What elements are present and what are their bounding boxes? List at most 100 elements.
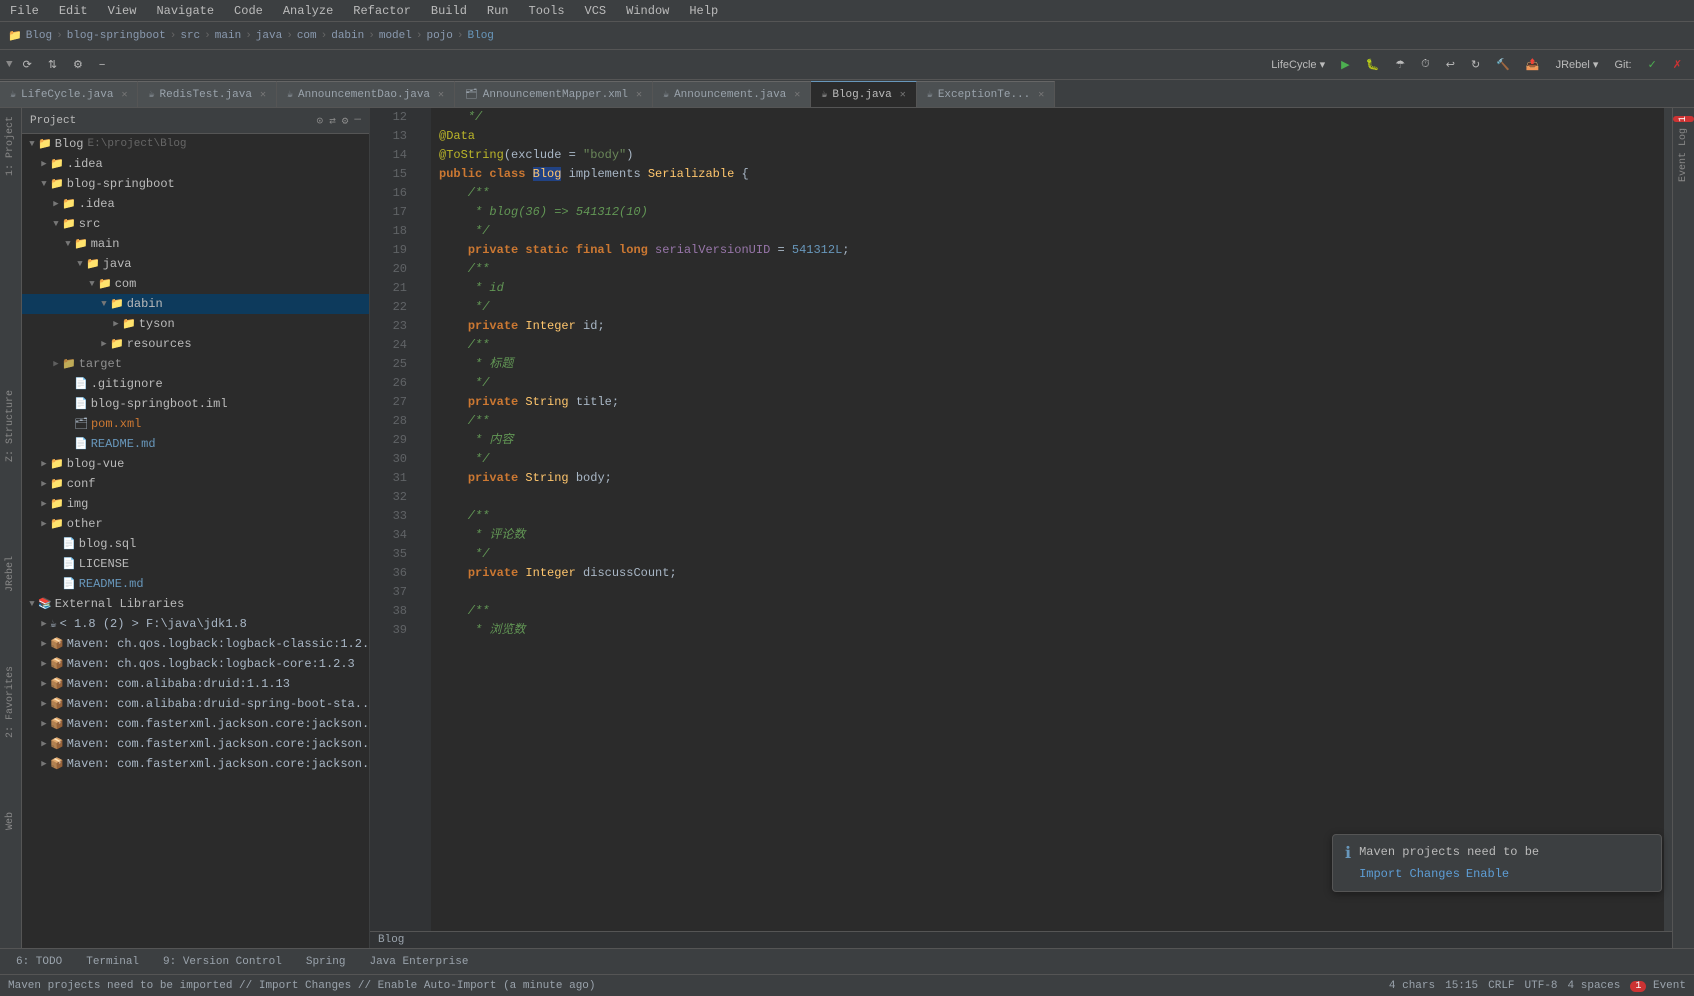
profile-btn[interactable]: ⏱: [1415, 55, 1436, 74]
coverage-btn[interactable]: ☂: [1389, 55, 1411, 74]
status-event-log[interactable]: 1 Event: [1630, 980, 1686, 992]
crumb-java[interactable]: java: [256, 30, 282, 42]
git-btn[interactable]: Git:: [1608, 56, 1637, 74]
tree-blog-springboot[interactable]: ▼ 📁 blog-springboot: [22, 174, 369, 194]
toolbar-settings-btn[interactable]: ⚙: [67, 55, 89, 74]
tab-lifecycle[interactable]: ☕ LifeCycle.java ✕: [0, 81, 138, 107]
tab-exception[interactable]: ☕ ExceptionTe... ✕: [917, 81, 1055, 107]
tree-maven-jackson3[interactable]: ▶ 📦 Maven: com.fasterxml.jackson.core:ja…: [22, 754, 369, 774]
tree-maven-jackson1[interactable]: ▶ 📦 Maven: com.fasterxml.jackson.core:ja…: [22, 714, 369, 734]
tree-tyson[interactable]: ▶ 📁 tyson: [22, 314, 369, 334]
tree-dabin[interactable]: ▼ 📁 dabin: [22, 294, 369, 314]
tree-other[interactable]: ▶ 📁 other: [22, 514, 369, 534]
crumb-main[interactable]: main: [215, 30, 241, 42]
toolbar-btn-3[interactable]: 🔨: [1490, 55, 1516, 74]
git-check-btn[interactable]: ✓: [1642, 55, 1663, 74]
menu-code[interactable]: Code: [230, 2, 267, 20]
tree-maven-logback-core[interactable]: ▶ 📦 Maven: ch.qos.logback:logback-core:1…: [22, 654, 369, 674]
tree-img[interactable]: ▶ 📁 img: [22, 494, 369, 514]
sidebar-jrebel-label[interactable]: JRebel: [3, 552, 18, 596]
tab-announcementmapper[interactable]: 🗂 AnnouncementMapper.xml ✕: [455, 81, 653, 107]
tab-announcementdao[interactable]: ☕ AnnouncementDao.java ✕: [277, 81, 455, 107]
sidebar-project-label[interactable]: 1: Project: [3, 112, 18, 180]
menu-analyze[interactable]: Analyze: [279, 2, 337, 20]
tree-external-libs[interactable]: ▼ 📚 External Libraries: [22, 594, 369, 614]
menu-tools[interactable]: Tools: [525, 2, 569, 20]
tree-src[interactable]: ▼ 📁 src: [22, 214, 369, 234]
tree-main[interactable]: ▼ 📁 main: [22, 234, 369, 254]
tree-idea[interactable]: ▶ 📁 .idea: [22, 154, 369, 174]
toolbar-sync-btn[interactable]: ⟳: [17, 55, 38, 74]
toolbar-btn-1[interactable]: ↩: [1440, 55, 1461, 74]
tab-announcement[interactable]: ☕ Announcement.java ✕: [653, 81, 811, 107]
tree-conf[interactable]: ▶ 📁 conf: [22, 474, 369, 494]
tree-maven-logback-classic[interactable]: ▶ 📦 Maven: ch.qos.logback:logback-classi…: [22, 634, 369, 654]
bottom-tab-java-enterprise[interactable]: Java Enterprise: [359, 954, 478, 970]
panel-icon-3[interactable]: ⚙: [342, 114, 349, 128]
import-changes-link[interactable]: Import Changes: [1359, 865, 1460, 883]
crumb-blog[interactable]: Blog: [26, 30, 52, 42]
crumb-src[interactable]: src: [180, 30, 200, 42]
tree-maven-jackson2[interactable]: ▶ 📦 Maven: com.fasterxml.jackson.core:ja…: [22, 734, 369, 754]
bottom-tab-terminal[interactable]: Terminal: [76, 954, 149, 970]
tree-iml[interactable]: 📄 blog-springboot.iml: [22, 394, 369, 414]
status-encoding[interactable]: UTF-8: [1525, 980, 1558, 992]
tab-blog-close[interactable]: ✕: [900, 89, 906, 101]
tree-resources[interactable]: ▶ 📁 resources: [22, 334, 369, 354]
crumb-dabin[interactable]: dabin: [331, 30, 364, 42]
menu-vcs[interactable]: VCS: [581, 2, 611, 20]
sidebar-structure-label[interactable]: Z: Structure: [3, 386, 18, 466]
menu-file[interactable]: File: [6, 2, 43, 20]
tree-jdk[interactable]: ▶ ☕ < 1.8 (2) > F:\java\jdk1.8: [22, 614, 369, 634]
sidebar-favorites-label[interactable]: 2: Favorites: [3, 662, 18, 742]
menu-navigate[interactable]: Navigate: [152, 2, 218, 20]
crumb-com[interactable]: com: [297, 30, 317, 42]
run-btn[interactable]: ▶: [1335, 55, 1355, 74]
tree-blogsql[interactable]: 📄 blog.sql: [22, 534, 369, 554]
tree-readme-springboot[interactable]: 📄 README.md: [22, 434, 369, 454]
jrebel-btn[interactable]: JRebel ▾: [1550, 55, 1605, 74]
tree-pom[interactable]: 🗂 pom.xml: [22, 414, 369, 434]
bottom-tab-todo[interactable]: 6: TODO: [6, 954, 72, 970]
crumb-model[interactable]: model: [379, 30, 412, 42]
toolbar-btn-4[interactable]: 📤: [1520, 55, 1546, 74]
scrollbar[interactable]: [1664, 108, 1672, 931]
bottom-tab-vcs[interactable]: 9: Version Control: [153, 954, 292, 970]
menu-refactor[interactable]: Refactor: [349, 2, 415, 20]
tree-blog-vue[interactable]: ▶ 📁 blog-vue: [22, 454, 369, 474]
menu-run[interactable]: Run: [483, 2, 513, 20]
sidebar-web-label[interactable]: Web: [3, 808, 18, 834]
tab-blog[interactable]: ☕ Blog.java ✕: [811, 81, 916, 107]
tab-redistest[interactable]: ☕ RedisTest.java ✕: [138, 81, 276, 107]
tree-target[interactable]: ▶ 📁 target: [22, 354, 369, 374]
tree-gitignore[interactable]: 📄 .gitignore: [22, 374, 369, 394]
debug-btn[interactable]: 🐛: [1360, 55, 1386, 74]
tree-maven-druid[interactable]: ▶ 📦 Maven: com.alibaba:druid:1.1.13: [22, 674, 369, 694]
bottom-tab-spring[interactable]: Spring: [296, 954, 356, 970]
menu-build[interactable]: Build: [427, 2, 471, 20]
tab-lifecycle-close[interactable]: ✕: [121, 89, 127, 101]
tab-redistest-close[interactable]: ✕: [260, 89, 266, 101]
crumb-blog-class[interactable]: Blog: [468, 30, 494, 42]
tree-java[interactable]: ▼ 📁 java: [22, 254, 369, 274]
tree-blog-root[interactable]: ▼ 📁 Blog E:\project\Blog: [22, 134, 369, 154]
panel-icon-4[interactable]: —: [354, 114, 361, 128]
right-tab-event[interactable]: Event Log 1: [1676, 108, 1691, 190]
status-indent[interactable]: 4 spaces: [1568, 980, 1621, 992]
menu-edit[interactable]: Edit: [55, 2, 92, 20]
code-body[interactable]: */ @Data @ToString(exclude = "body") pub…: [431, 108, 1664, 931]
crumb-pojo[interactable]: pojo: [426, 30, 452, 42]
status-line-ending[interactable]: CRLF: [1488, 980, 1514, 992]
tab-announcementdao-close[interactable]: ✕: [438, 89, 444, 101]
enable-link[interactable]: Enable: [1466, 865, 1509, 883]
tab-announcement-close[interactable]: ✕: [794, 89, 800, 101]
crumb-springboot[interactable]: blog-springboot: [67, 30, 166, 42]
toolbar-equalize-btn[interactable]: ⇅: [42, 55, 63, 74]
lifecycle-btn[interactable]: LifeCycle ▾: [1265, 55, 1331, 74]
panel-icon-2[interactable]: ⇄: [329, 114, 336, 128]
panel-icon-1[interactable]: ⊙: [317, 114, 324, 128]
tree-springboot-idea[interactable]: ▶ 📁 .idea: [22, 194, 369, 214]
tree-com[interactable]: ▼ 📁 com: [22, 274, 369, 294]
tab-exception-close[interactable]: ✕: [1038, 89, 1044, 101]
tree-maven-druid-spring[interactable]: ▶ 📦 Maven: com.alibaba:druid-spring-boot…: [22, 694, 369, 714]
